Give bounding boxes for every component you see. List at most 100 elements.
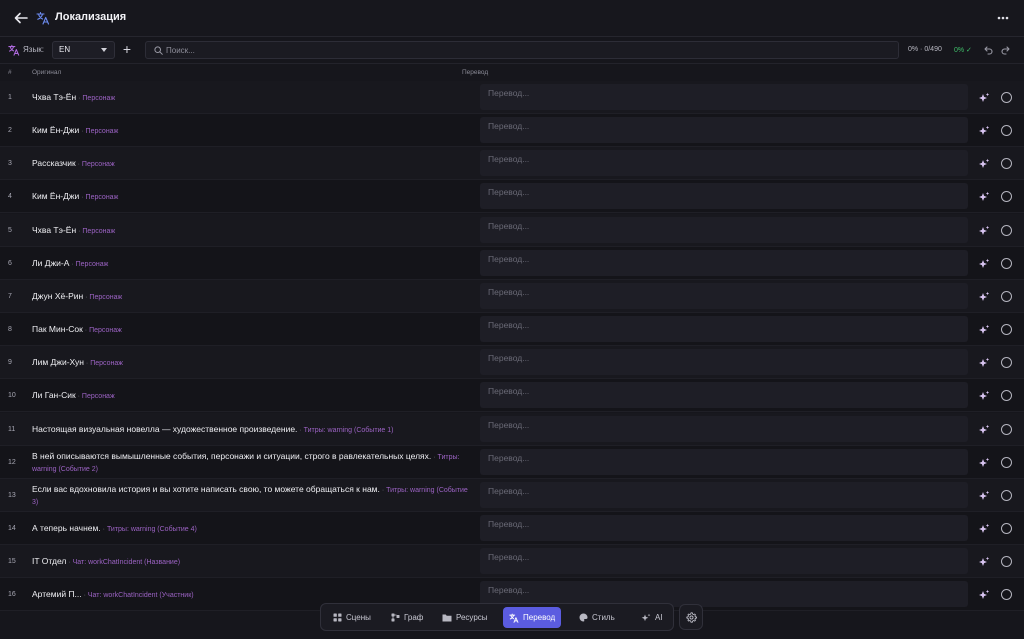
translation-input[interactable] [480,548,968,575]
status-circle-icon[interactable] [1001,257,1012,269]
translate-icon [36,11,50,25]
table-row: 14 А теперь начнем. · Титры: warning (Соб… [0,511,1024,545]
status-circle-icon[interactable] [1001,357,1012,369]
status-circle-icon[interactable] [1001,191,1012,203]
original-text: Если вас вдохновила история и вы хотите … [32,483,380,494]
status-circle-icon[interactable] [1001,390,1012,402]
ai-translate-icon[interactable] [978,556,990,568]
bottom-dock: Сцены Граф Ресурсы Перевод Стиль AI [320,603,674,631]
ai-translate-icon[interactable] [978,589,990,601]
original-text: Рассказчик [32,158,76,169]
original-text: Артемий П... [32,589,82,600]
translation-input[interactable] [480,117,968,144]
undo-icon[interactable] [982,44,993,55]
original-text: А теперь начнем. [32,522,101,533]
status-circle-icon[interactable] [1001,589,1012,601]
table-row: 6 Ли Джи-А · Персонаж [0,246,1024,280]
translation-input[interactable] [480,514,968,541]
status-circle-icon[interactable] [1001,522,1012,534]
search-box[interactable] [145,41,899,59]
original-text-cell: Артемий П... · Чат: workChatIncident (Уч… [32,589,472,601]
more-options-icon[interactable] [996,11,1010,25]
back-arrow-icon[interactable] [12,9,30,27]
translation-input[interactable] [480,249,968,276]
row-number: 5 [8,226,12,234]
table-row: 13 Если вас вдохновила история и вы хотит… [0,478,1024,512]
row-number: 15 [8,558,16,566]
ai-translate-icon[interactable] [978,291,990,303]
language-select[interactable]: EN [52,41,115,59]
dock-resources-button[interactable]: Ресурсы [436,607,494,628]
dock-graph-button[interactable]: Граф [385,607,429,628]
row-number: 2 [8,127,12,135]
translation-input[interactable] [480,316,968,343]
status-circle-icon[interactable] [1001,158,1012,170]
table-row: 1 Чхва Тэ-Ён · Персонаж [0,81,1024,114]
source-tag: Персонаж [85,194,119,202]
translation-input[interactable] [480,481,968,508]
translation-input[interactable] [480,382,968,409]
ai-translate-icon[interactable] [978,523,990,535]
original-text: IT Отдел [32,556,67,567]
ai-translate-icon[interactable] [978,125,990,137]
original-text-cell: Ким Ён-Джи · Персонаж [32,191,472,203]
original-text-cell: Джун Хё-Рин · Персонаж [32,291,472,303]
ai-translate-icon[interactable] [978,158,990,170]
table-row: 2 Ким Ён-Джи · Персонаж [0,114,1024,148]
translation-input[interactable] [480,448,968,475]
translation-input[interactable] [480,349,968,376]
source-tag: Персонаж [82,95,116,102]
table-row: 8 Пак Мин-Сок · Персонаж [0,313,1024,347]
status-circle-icon[interactable] [1001,290,1012,302]
translation-list: 1 Чхва Тэ-Ён · Персонаж 2 Ким Ён-Джи · Перс… [0,81,1024,639]
dock-scenes-button[interactable]: Сцены [327,607,377,628]
search-icon [154,46,163,55]
translation-input[interactable] [480,183,968,210]
search-input[interactable] [166,42,886,58]
status-circle-icon[interactable] [1001,489,1012,501]
dock-ai-button[interactable]: AI [635,607,669,628]
add-language-button[interactable]: + [120,42,134,58]
translation-input[interactable] [480,84,968,110]
source-tag: Титры: warning (Событие 4) [106,525,197,533]
redo-icon[interactable] [1001,44,1012,55]
progress-percent: 0% ✓ [954,47,972,54]
translation-input[interactable] [480,282,968,309]
table-row: 5 Чхва Тэ-Ён · Персонаж [0,213,1024,247]
status-circle-icon[interactable] [1001,92,1012,103]
dock-translate-button[interactable]: Перевод [503,607,562,628]
original-text-cell: В ней описываются вымышленные события, п… [32,451,472,475]
settings-button[interactable] [679,604,703,630]
status-circle-icon[interactable] [1001,125,1012,137]
ai-translate-icon[interactable] [978,490,990,502]
status-circle-icon[interactable] [1001,324,1012,336]
dock-resources-label: Ресурсы [456,613,488,622]
ai-translate-icon[interactable] [978,457,990,469]
translation-input[interactable] [480,216,968,243]
status-circle-icon[interactable] [1001,556,1012,568]
original-text: Чхва Тэ-Ён [32,92,77,102]
original-text-cell: Ким Ён-Джи · Персонаж [32,125,472,137]
status-circle-icon[interactable] [1001,423,1012,435]
ai-translate-icon[interactable] [978,225,990,237]
row-number: 9 [8,359,12,367]
status-circle-icon[interactable] [1001,224,1012,236]
original-text: Ким Ён-Джи [32,125,80,136]
ai-translate-icon[interactable] [978,390,990,402]
ai-translate-icon[interactable] [978,357,990,369]
source-tag: Чат: workChatIncident (Название) [72,559,181,567]
gear-icon [686,612,697,623]
ai-translate-icon[interactable] [978,424,990,436]
ai-translate-icon[interactable] [978,324,990,336]
ai-translate-icon[interactable] [978,258,990,270]
dock-style-button[interactable]: Стиль [573,607,621,628]
status-circle-icon[interactable] [1001,456,1012,468]
translation-input[interactable] [480,150,968,177]
ai-translate-icon[interactable] [978,92,990,104]
original-text: Ким Ён-Джи [32,191,80,202]
original-text-cell: Ли Джи-А · Персонаж [32,258,472,270]
row-number: 14 [8,524,16,532]
translation-input[interactable] [480,415,968,442]
table-row: 15 IT Отдел · Чат: workChatIncident (Назв… [0,545,1024,579]
ai-translate-icon[interactable] [978,191,990,203]
